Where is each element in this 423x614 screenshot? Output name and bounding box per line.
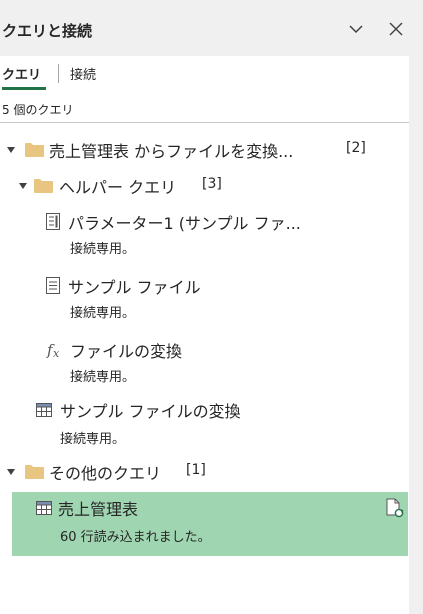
close-button[interactable] — [385, 18, 407, 40]
tab-active-underline — [2, 87, 46, 90]
query-item-transform-function[interactable]: f x ファイルの変換 接続専用。 — [0, 336, 409, 392]
tab-queries[interactable]: クエリ — [2, 64, 41, 83]
pane-title: クエリと接続 — [2, 22, 93, 40]
query-label: パラメーター1 (サンプル ファ... — [68, 214, 301, 233]
query-status: 60 行読み込まれました。 — [60, 530, 211, 545]
table-icon — [36, 403, 52, 417]
tree-group-other-queries[interactable]: その他のクエリ [1] — [0, 456, 409, 488]
expand-triangle-icon[interactable] — [19, 183, 27, 189]
document-icon — [46, 277, 60, 294]
table-icon — [36, 501, 52, 515]
query-label: ファイルの変換 — [70, 342, 183, 361]
query-item-sales-table[interactable]: 売上管理表 60 行読み込まれました。 — [12, 492, 408, 556]
query-item-transform-sample-file[interactable]: サンプル ファイルの変換 接続専用。 — [0, 398, 409, 454]
tree-group-transform-files[interactable]: 売上管理表 からファイルを変換... [2] — [0, 134, 409, 166]
pane-header: クエリと接続 — [0, 0, 423, 56]
query-item-parameter[interactable]: パラメーター1 (サンプル ファ... 接続専用。 — [0, 208, 409, 264]
group-count: [2] — [346, 140, 366, 156]
query-status: 接続専用。 — [70, 306, 136, 321]
group-count: [3] — [202, 176, 222, 192]
tree-group-helper-queries[interactable]: ヘルパー クエリ [3] — [0, 170, 409, 202]
query-status: 接続専用。 — [70, 370, 136, 385]
group-label: その他のクエリ — [49, 464, 162, 483]
chevron-down-icon — [349, 25, 363, 34]
group-count: [1] — [186, 462, 206, 478]
expand-triangle-icon[interactable] — [7, 469, 15, 475]
query-label: サンプル ファイル — [68, 278, 201, 297]
divider — [0, 122, 409, 123]
query-label: サンプル ファイルの変換 — [60, 402, 241, 421]
query-label: 売上管理表 — [58, 500, 139, 519]
query-count: 5 個のクエリ — [2, 103, 74, 117]
folder-icon — [25, 143, 44, 157]
parameter-icon — [46, 213, 60, 230]
group-label: 売上管理表 からファイルを変換... — [49, 142, 294, 161]
fx-icon: f x — [46, 341, 60, 360]
tab-connections[interactable]: 接続 — [70, 64, 96, 83]
query-item-sample-file[interactable]: サンプル ファイル 接続専用。 — [0, 272, 409, 328]
expand-triangle-icon[interactable] — [7, 147, 15, 153]
query-status: 接続専用。 — [60, 432, 126, 447]
group-label: ヘルパー クエリ — [59, 178, 177, 197]
collapse-button[interactable] — [345, 18, 367, 40]
queries-pane: クエリ 接続 5 個のクエリ 売上管理表 からファイルを変換... [2] ヘル… — [0, 56, 409, 614]
close-icon — [389, 22, 403, 36]
folder-icon — [25, 465, 44, 479]
folder-icon — [34, 179, 53, 193]
query-status: 接続専用。 — [70, 242, 136, 257]
tab-bar: クエリ 接続 — [0, 56, 409, 92]
refresh-file-icon[interactable] — [386, 498, 404, 518]
svg-text:x: x — [53, 347, 60, 360]
tab-separator — [58, 64, 59, 83]
